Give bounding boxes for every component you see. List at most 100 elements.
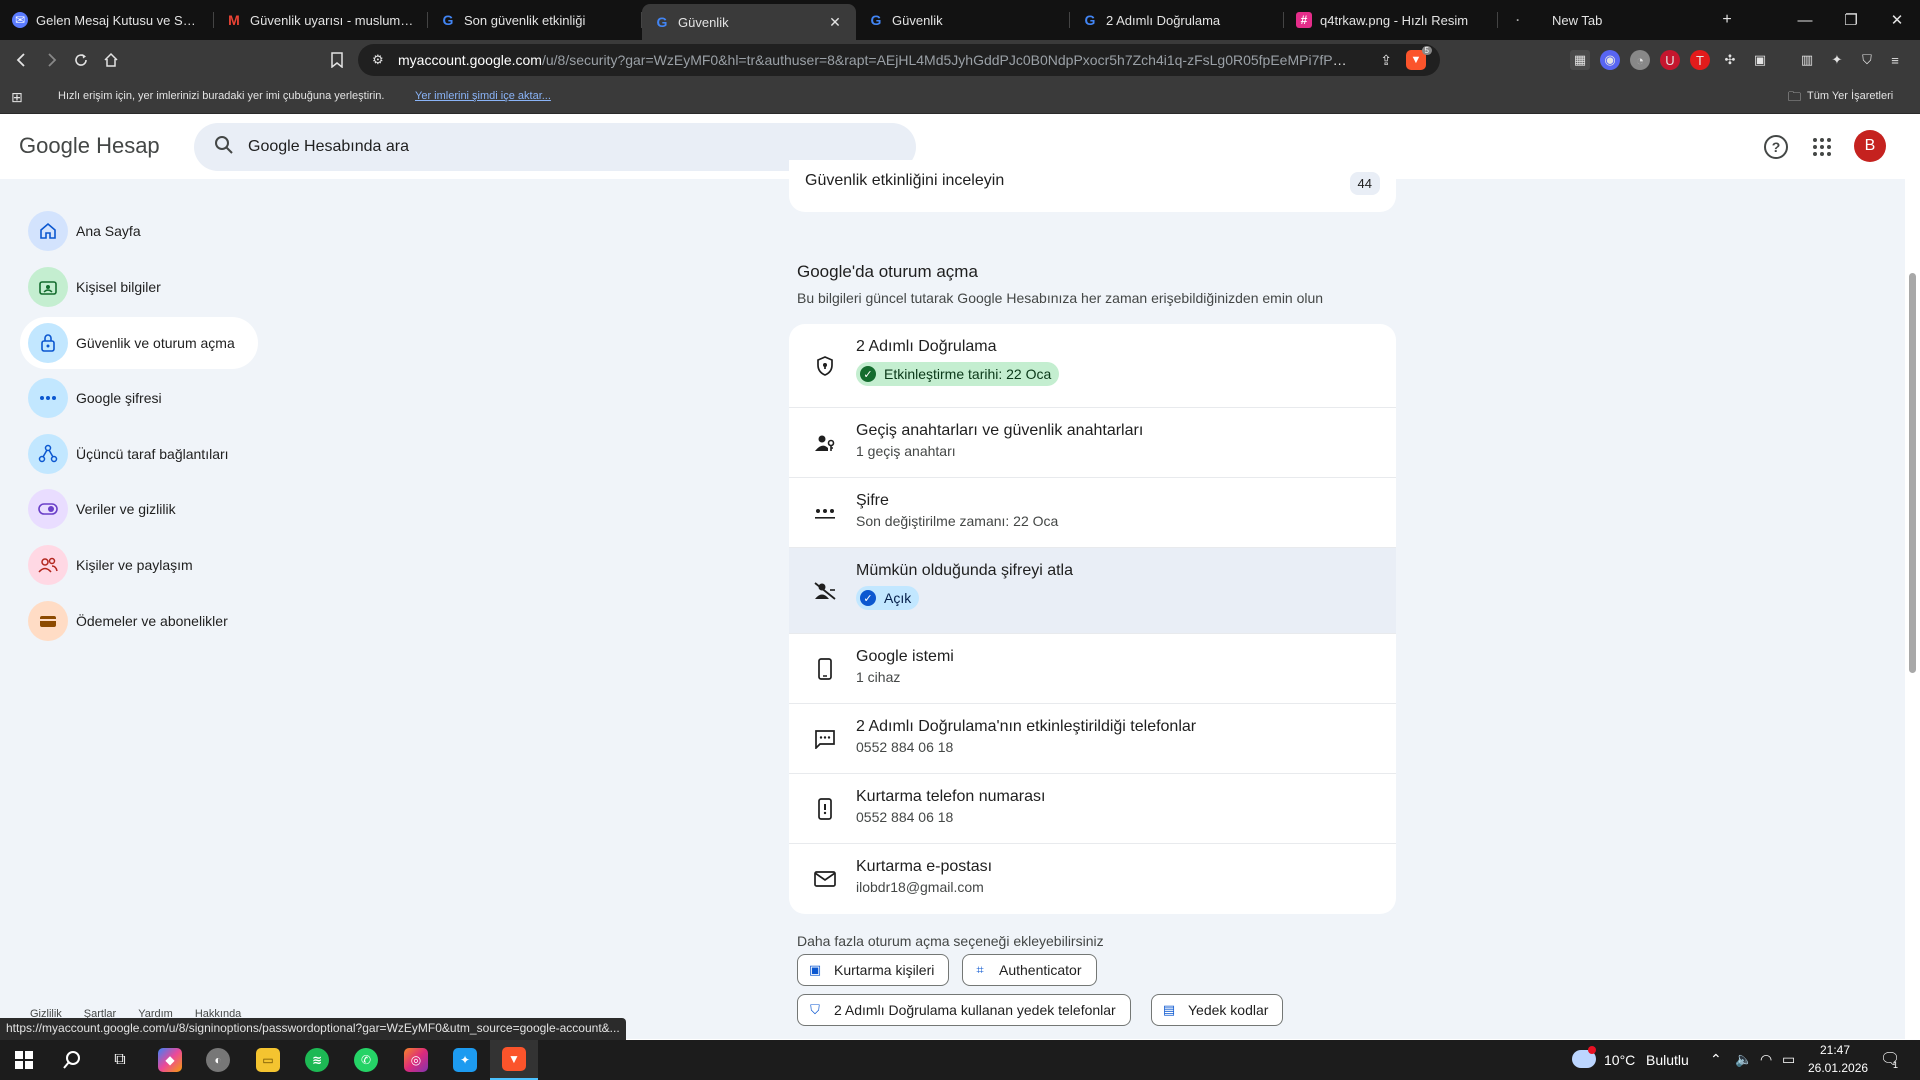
all-bookmarks-button[interactable]: Tüm Yer İşaretleri bbox=[1807, 90, 1893, 102]
extension-icon[interactable]: ◔ bbox=[1630, 50, 1650, 70]
button-label: 2 Adımlı Doğrulama kullanan yedek telefo… bbox=[834, 1002, 1116, 1018]
translate-extension-icon[interactable]: T bbox=[1690, 50, 1710, 70]
tab-2fa[interactable]: G 2 Adımlı Doğrulama bbox=[1070, 0, 1284, 40]
apps-grid-icon[interactable]: ⊞ bbox=[11, 89, 23, 106]
forward-icon[interactable] bbox=[36, 45, 66, 75]
row-google-prompt[interactable]: Google istemi 1 cihaz bbox=[789, 634, 1396, 704]
windows-start-icon[interactable] bbox=[0, 1040, 48, 1080]
mail-icon bbox=[813, 867, 837, 891]
tab-title: Gelen Mesaj Kutusu ve Sohbetler bbox=[36, 12, 202, 28]
home-icon[interactable] bbox=[96, 45, 126, 75]
sidebar-item-data-privacy[interactable]: Veriler ve gizlilik bbox=[20, 483, 258, 535]
row-2sv-phones[interactable]: 2 Adımlı Doğrulama'nın etkinleştirildiği… bbox=[789, 704, 1396, 774]
recovery-contacts-button[interactable]: ▣ Kurtarma kişileri bbox=[797, 954, 950, 986]
help-icon[interactable]: ? bbox=[1764, 135, 1788, 159]
back-icon[interactable] bbox=[7, 45, 37, 75]
address-bar[interactable]: ⚙ myaccount.google.com/u/8/security?gar=… bbox=[358, 44, 1440, 76]
sidebar-toggle-icon[interactable]: ▥ bbox=[1797, 50, 1817, 70]
authenticator-button[interactable]: ⌗ Authenticator bbox=[962, 954, 1097, 986]
wifi-icon[interactable]: ◠ bbox=[1760, 1051, 1772, 1068]
row-passkeys[interactable]: Geçiş anahtarları ve güvenlik anahtarlar… bbox=[789, 408, 1396, 478]
tab-gmail[interactable]: M Güvenlik uyarısı - muslumomer bbox=[214, 0, 428, 40]
clock-time[interactable]: 21:47 bbox=[1820, 1043, 1850, 1057]
brave-taskbar-icon[interactable]: ▼ bbox=[490, 1040, 538, 1080]
menu-icon[interactable]: ≡ bbox=[1885, 50, 1905, 70]
google-icon: G bbox=[1084, 12, 1096, 28]
search-icon[interactable] bbox=[48, 1040, 96, 1080]
tab-image-host[interactable]: # q4trkaw.png - Hızlı Resim bbox=[1284, 0, 1498, 40]
row-subtitle: 1 geçiş anahtarı bbox=[856, 443, 956, 459]
scrollbar-thumb[interactable] bbox=[1909, 273, 1916, 673]
extensions-puzzle-icon[interactable]: ✣ bbox=[1720, 50, 1740, 70]
bookmark-icon[interactable] bbox=[322, 45, 352, 75]
avatar[interactable]: B bbox=[1854, 130, 1886, 162]
volume-icon[interactable]: 🔈 bbox=[1735, 1051, 1752, 1068]
sidebar-item-home[interactable]: Ana Sayfa bbox=[20, 205, 258, 257]
minimize-icon[interactable]: — bbox=[1782, 0, 1828, 40]
apps-launcher-icon[interactable] bbox=[1810, 135, 1834, 159]
tab-messenger[interactable]: ✉ Gelen Mesaj Kutusu ve Sohbetler bbox=[0, 0, 214, 40]
tab-security[interactable]: G Güvenlik bbox=[856, 0, 1070, 40]
logo-google: Google bbox=[19, 133, 90, 158]
status-url-preview: https://myaccount.google.com/u/8/signino… bbox=[0, 1018, 626, 1040]
wallet-icon bbox=[28, 601, 68, 641]
close-tab-icon[interactable]: ✕ bbox=[826, 13, 844, 31]
browser-tab-strip: ✉ Gelen Mesaj Kutusu ve Sohbetler M Güve… bbox=[0, 0, 1920, 40]
file-explorer-icon[interactable]: ▭ bbox=[244, 1040, 292, 1080]
chip-label: Açık bbox=[884, 590, 912, 606]
qr-extension-icon[interactable]: ▦ bbox=[1570, 50, 1590, 70]
new-tab-plus-icon[interactable]: + bbox=[1712, 5, 1742, 35]
instagram-icon[interactable]: ◎ bbox=[392, 1040, 440, 1080]
row-subtitle: 1 cihaz bbox=[856, 669, 901, 685]
import-bookmarks-link[interactable]: Yer imlerini şimdi içe aktar... bbox=[415, 90, 551, 102]
row-2-step-verification[interactable]: 2 Adımlı Doğrulama ✓ Etkinleştirme tarih… bbox=[789, 324, 1396, 408]
search-input[interactable]: Google Hesabında ara bbox=[248, 138, 409, 156]
copilot-icon[interactable]: ◆ bbox=[146, 1040, 194, 1080]
sidebar-item-personal-info[interactable]: Kişisel bilgiler bbox=[20, 261, 258, 313]
clock-date[interactable]: 26.01.2026 bbox=[1808, 1061, 1868, 1075]
tab-title: q4trkaw.png - Hızlı Resim bbox=[1320, 12, 1469, 28]
sidebar-item-label: Ana Sayfa bbox=[76, 223, 141, 239]
sidebar-item-label: Güvenlik ve oturum açma bbox=[76, 335, 235, 351]
twitter-icon[interactable]: ✦ bbox=[441, 1040, 489, 1080]
row-title: Kurtarma telefon numarası bbox=[856, 788, 1046, 805]
whatsapp-icon[interactable]: ✆ bbox=[342, 1040, 390, 1080]
task-view-icon[interactable]: ⧉ bbox=[96, 1040, 144, 1080]
tab-recent-security[interactable]: G Son güvenlik etkinliği bbox=[428, 0, 642, 40]
screenshot-icon[interactable]: ▣ bbox=[1750, 50, 1770, 70]
site-settings-icon[interactable]: ⚙ bbox=[372, 52, 384, 68]
bookmarks-hint: Hızlı erişim için, yer imlerinizi burada… bbox=[58, 90, 385, 102]
security-activity-card[interactable]: Güvenlik etkinliğini inceleyin 44 bbox=[789, 160, 1396, 212]
button-label: Kurtarma kişileri bbox=[834, 962, 935, 978]
discord-extension-icon[interactable]: ◉ bbox=[1600, 50, 1620, 70]
tab-new-tab[interactable]: · New Tab bbox=[1498, 0, 1698, 40]
sidebar-item-people-sharing[interactable]: Kişiler ve paylaşım bbox=[20, 539, 258, 591]
sidebar-item-payments[interactable]: Ödemeler ve abonelikler bbox=[20, 595, 258, 647]
page-scrollbar[interactable] bbox=[1905, 115, 1920, 1039]
vpn-shield-icon[interactable]: ⛉ bbox=[1857, 50, 1877, 70]
row-skip-password[interactable]: Mümkün olduğunda şifreyi atla ✓ Açık bbox=[789, 548, 1396, 634]
tab-security-active[interactable]: G Güvenlik ✕ bbox=[642, 4, 856, 40]
google-account-logo[interactable]: Google Hesap bbox=[19, 133, 160, 159]
ublock-extension-icon[interactable]: U bbox=[1660, 50, 1680, 70]
tray-chevron-icon[interactable]: ⌃ bbox=[1710, 1051, 1722, 1068]
share-icon[interactable]: ⇪ bbox=[1380, 52, 1392, 69]
backup-codes-button[interactable]: ▤ Yedek kodlar bbox=[1151, 994, 1284, 1026]
backup-phones-button[interactable]: ⛉ 2 Adımlı Doğrulama kullanan yedek tele… bbox=[797, 994, 1131, 1026]
spotify-icon[interactable]: ≋ bbox=[293, 1040, 341, 1080]
sidebar-item-google-password[interactable]: Google şifresi bbox=[20, 372, 258, 424]
sidebar-item-third-party[interactable]: Üçüncü taraf bağlantıları bbox=[20, 428, 258, 480]
restore-icon[interactable]: ❐ bbox=[1828, 0, 1874, 40]
row-recovery-email[interactable]: Kurtarma e-postası ilobdr18@gmail.com bbox=[789, 844, 1396, 914]
leo-ai-icon[interactable]: ✦ bbox=[1827, 50, 1847, 70]
row-recovery-phone[interactable]: Kurtarma telefon numarası 0552 884 06 18 bbox=[789, 774, 1396, 844]
gmail-icon: M bbox=[228, 12, 240, 28]
sidebar-item-label: Google şifresi bbox=[76, 390, 162, 406]
sidebar-item-security[interactable]: Güvenlik ve oturum açma bbox=[20, 317, 258, 369]
battery-icon[interactable]: ▭ bbox=[1782, 1051, 1795, 1068]
row-password[interactable]: Şifre Son değiştirilme zamanı: 22 Oca bbox=[789, 478, 1396, 548]
window-close-icon[interactable]: ✕ bbox=[1874, 0, 1920, 40]
app-icon[interactable]: ◐ bbox=[194, 1040, 242, 1080]
reload-icon[interactable] bbox=[66, 45, 96, 75]
row-title: Google istemi bbox=[856, 648, 954, 665]
